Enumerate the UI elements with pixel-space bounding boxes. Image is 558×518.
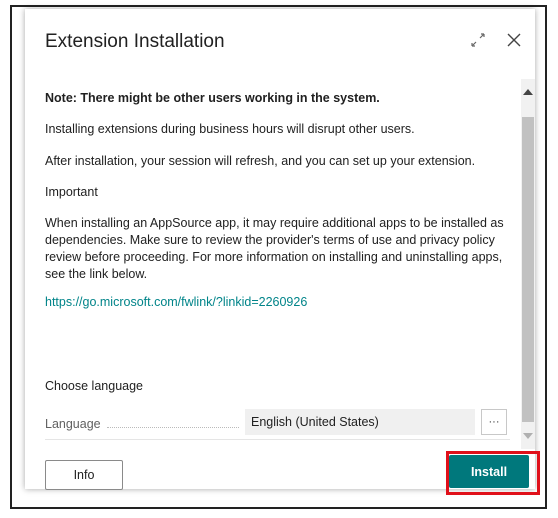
note-heading: Note: There might be other users working… — [45, 91, 380, 105]
session-refresh-note: After installation, your session will re… — [45, 154, 476, 168]
choose-language-heading: Choose language — [45, 379, 143, 393]
scroll-down-arrow-icon[interactable] — [523, 433, 533, 439]
info-button[interactable]: Info — [45, 460, 123, 490]
screenshot-frame: Extension Installation Note: There might… — [10, 5, 547, 509]
dialog-title: Extension Installation — [45, 31, 225, 52]
language-label: Language — [45, 417, 101, 431]
disruption-warning: Installing extensions during business ho… — [45, 122, 415, 136]
dependencies-note: When installing an AppSource app, it may… — [45, 216, 504, 281]
dialog-title-actions — [467, 29, 525, 51]
language-lookup-button[interactable]: ··· — [481, 409, 507, 435]
extension-installation-dialog: Extension Installation Note: There might… — [25, 9, 535, 490]
language-value: English (United States) — [251, 415, 379, 429]
expand-icon[interactable] — [467, 29, 489, 51]
language-field-row: Language English (United States) ··· — [45, 409, 510, 440]
content-scrollbar[interactable] — [521, 79, 535, 449]
dialog-content: Note: There might be other users working… — [45, 79, 515, 449]
field-leader-dots — [107, 427, 239, 428]
info-link[interactable]: https://go.microsoft.com/fwlink/?linkid=… — [45, 295, 307, 309]
important-heading: Important — [45, 185, 98, 199]
scroll-up-arrow-icon[interactable] — [523, 89, 533, 95]
install-button[interactable]: Install — [449, 455, 529, 488]
language-select[interactable]: English (United States) — [245, 409, 475, 435]
close-icon[interactable] — [503, 29, 525, 51]
scroll-thumb[interactable] — [522, 117, 534, 422]
